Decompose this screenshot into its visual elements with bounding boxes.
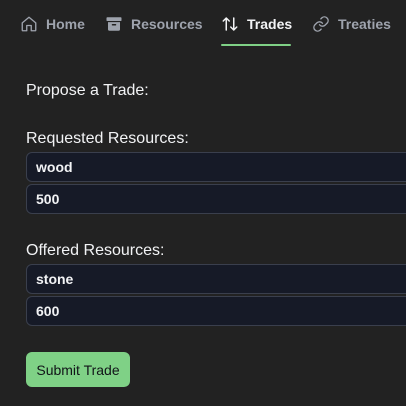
archive-icon xyxy=(106,17,122,31)
offered-amount-input[interactable] xyxy=(26,296,406,326)
form-title: Propose a Trade: xyxy=(26,82,149,99)
link-icon xyxy=(313,16,329,32)
requested-resource-input[interactable] xyxy=(26,152,406,182)
requested-resources-label: Requested Resources: xyxy=(26,130,189,147)
submit-trade-button[interactable]: Submit Trade xyxy=(26,352,130,387)
active-tab-indicator xyxy=(221,44,291,46)
tab-resources-label: Resources xyxy=(131,16,203,32)
tab-treaties-label: Treaties xyxy=(338,16,391,32)
tab-trades-label: Trades xyxy=(247,16,293,32)
top-nav: Home Resources Trades Treaties xyxy=(0,0,406,48)
tab-home-label: Home xyxy=(46,16,85,32)
tab-trades[interactable]: Trades xyxy=(221,10,292,38)
tab-home[interactable]: Home xyxy=(20,10,85,38)
requested-amount-input[interactable] xyxy=(26,184,406,214)
swap-arrows-icon xyxy=(222,17,238,31)
tab-treaties[interactable]: Treaties xyxy=(312,10,391,38)
offered-resource-input[interactable] xyxy=(26,264,406,294)
tab-resources[interactable]: Resources xyxy=(105,10,203,38)
trade-page: Home Resources Trades Treaties Propose a… xyxy=(0,0,406,406)
offered-resources-label: Offered Resources: xyxy=(26,242,165,259)
home-icon xyxy=(21,16,37,32)
